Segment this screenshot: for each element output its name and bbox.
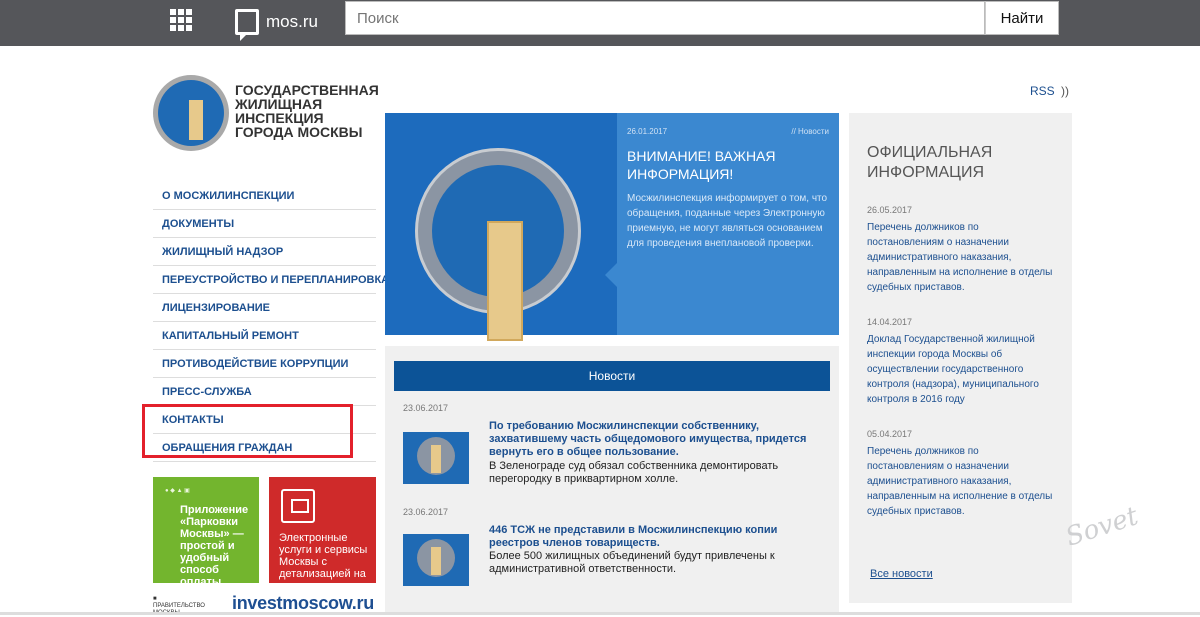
monitor-icon [281,489,315,523]
hero-text-panel: 26.01.2017 // Новости ВНИМАНИЕ! ВАЖНАЯ И… [617,113,839,335]
nav-item-press[interactable]: ПРЕСС-СЛУЖБА [153,378,376,406]
official-date: 05.04.2017 [867,429,913,439]
official-date: 26.05.2017 [867,205,913,215]
nav-item-documents[interactable]: ДОКУМЕНТЫ [153,210,376,238]
news-body: Более 500 жилищных объединений будут при… [489,550,775,575]
official-item: 26.05.2017 Перечень должников по постано… [867,205,1054,295]
news-block: Новости 23.06.2017 По требованию Мосжили… [385,346,839,615]
inspection-emblem-icon [415,148,581,341]
news-title[interactable]: По требованию Мосжилинспекции собственни… [489,420,814,459]
news-header[interactable]: Новости [394,361,830,391]
official-title: ОФИЦИАЛЬНАЯ ИНФОРМАЦИЯ [867,144,993,181]
nav-item-about[interactable]: О МОСЖИЛИНСПЕКЦИИ [153,182,376,210]
news-title[interactable]: 446 ТСЖ не представили в Мосжилинспекцию… [489,524,814,550]
official-item: 05.04.2017 Перечень должников по постано… [867,429,1054,519]
watermark: Sovet [1062,501,1142,553]
app-store-icons: ● ◆ ▲ ▣ [165,488,190,494]
nav-item-licensing[interactable]: ЛИЦЕНЗИРОВАНИЕ [153,294,376,322]
e-services-banner[interactable]: Электронные услуги и сервисы Москвы с де… [269,477,376,592]
nav-item-housing-supervision[interactable]: ЖИЛИЩНЫЙ НАДЗОР [153,238,376,266]
mos-logo[interactable]: mos.ru [235,5,318,41]
official-info: ОФИЦИАЛЬНАЯ ИНФОРМАЦИЯ 26.05.2017 Перече… [849,113,1072,603]
e-services-banner-text: Электронные услуги и сервисы Москвы с де… [279,532,368,592]
invest-moscow-logo[interactable]: investmoscow.ru [232,593,374,614]
news-thumbnail[interactable] [403,534,469,586]
parking-banner-text: Приложение «Парковки Москвы» — простой и… [180,504,249,588]
rss-icon[interactable]: )) [1061,84,1069,98]
site-title: ГОСУДАРСТВЕННАЯ ЖИЛИЩНАЯ ИНСПЕКЦИЯ ГОРОД… [235,82,379,140]
mos-logo-text: mos.ru [266,12,318,31]
hero-slide[interactable]: 26.01.2017 // Новости ВНИМАНИЕ! ВАЖНАЯ И… [385,113,839,341]
news-body: В Зеленограде суд обязал собственника де… [489,460,779,485]
hero-category-link[interactable]: // Новости [791,127,829,136]
site-logo[interactable]: ГОСУДАРСТВЕННАЯ ЖИЛИЩНАЯ ИНСПЕКЦИЯ ГОРОД… [153,75,380,151]
hero-meta: 26.01.2017 // Новости [627,127,829,136]
nav-item-capital-repair[interactable]: КАПИТАЛЬНЫЙ РЕМОНТ [153,322,376,350]
parking-app-banner[interactable]: ● ◆ ▲ ▣ Приложение «Парковки Москвы» — п… [153,477,259,588]
search-input[interactable] [345,1,985,35]
nav-item-redevelopment[interactable]: ПЕРЕУСТРОЙСТВО И ПЕРЕПЛАНИРОВКА [153,266,389,294]
official-item: 14.04.2017 Доклад Государственной жилищн… [867,317,1054,407]
highlight-frame [142,404,353,458]
news-thumbnail[interactable] [403,432,469,484]
speech-bubble-icon [235,9,259,41]
hero-pointer [605,263,617,287]
hero-body: Мосжилинспекция информирует о том, что о… [627,193,828,249]
news-date: 23.06.2017 [403,403,449,413]
hero-date: 26.01.2017 [627,127,668,136]
rss-link[interactable]: RSS [1030,84,1055,98]
hero-image [385,113,617,341]
official-link[interactable]: Перечень должников по постановлениям о н… [867,444,1054,519]
official-link[interactable]: Перечень должников по постановлениям о н… [867,220,1054,295]
nav-item-anticorruption[interactable]: ПРОТИВОДЕЙСТВИЕ КОРРУПЦИИ [153,350,376,378]
topbar: mos.ru Найти [0,0,1200,46]
news-date: 23.06.2017 [403,507,449,517]
grid-icon[interactable] [170,9,192,31]
official-link[interactable]: Доклад Государственной жилищной инспекци… [867,332,1054,407]
official-date: 14.04.2017 [867,317,913,327]
all-news-link[interactable]: Все новости [870,568,933,580]
hero-title[interactable]: ВНИМАНИЕ! ВАЖНАЯ ИНФОРМАЦИЯ! [627,147,829,183]
search-button[interactable]: Найти [985,1,1059,35]
inspection-emblem-icon [153,75,229,151]
